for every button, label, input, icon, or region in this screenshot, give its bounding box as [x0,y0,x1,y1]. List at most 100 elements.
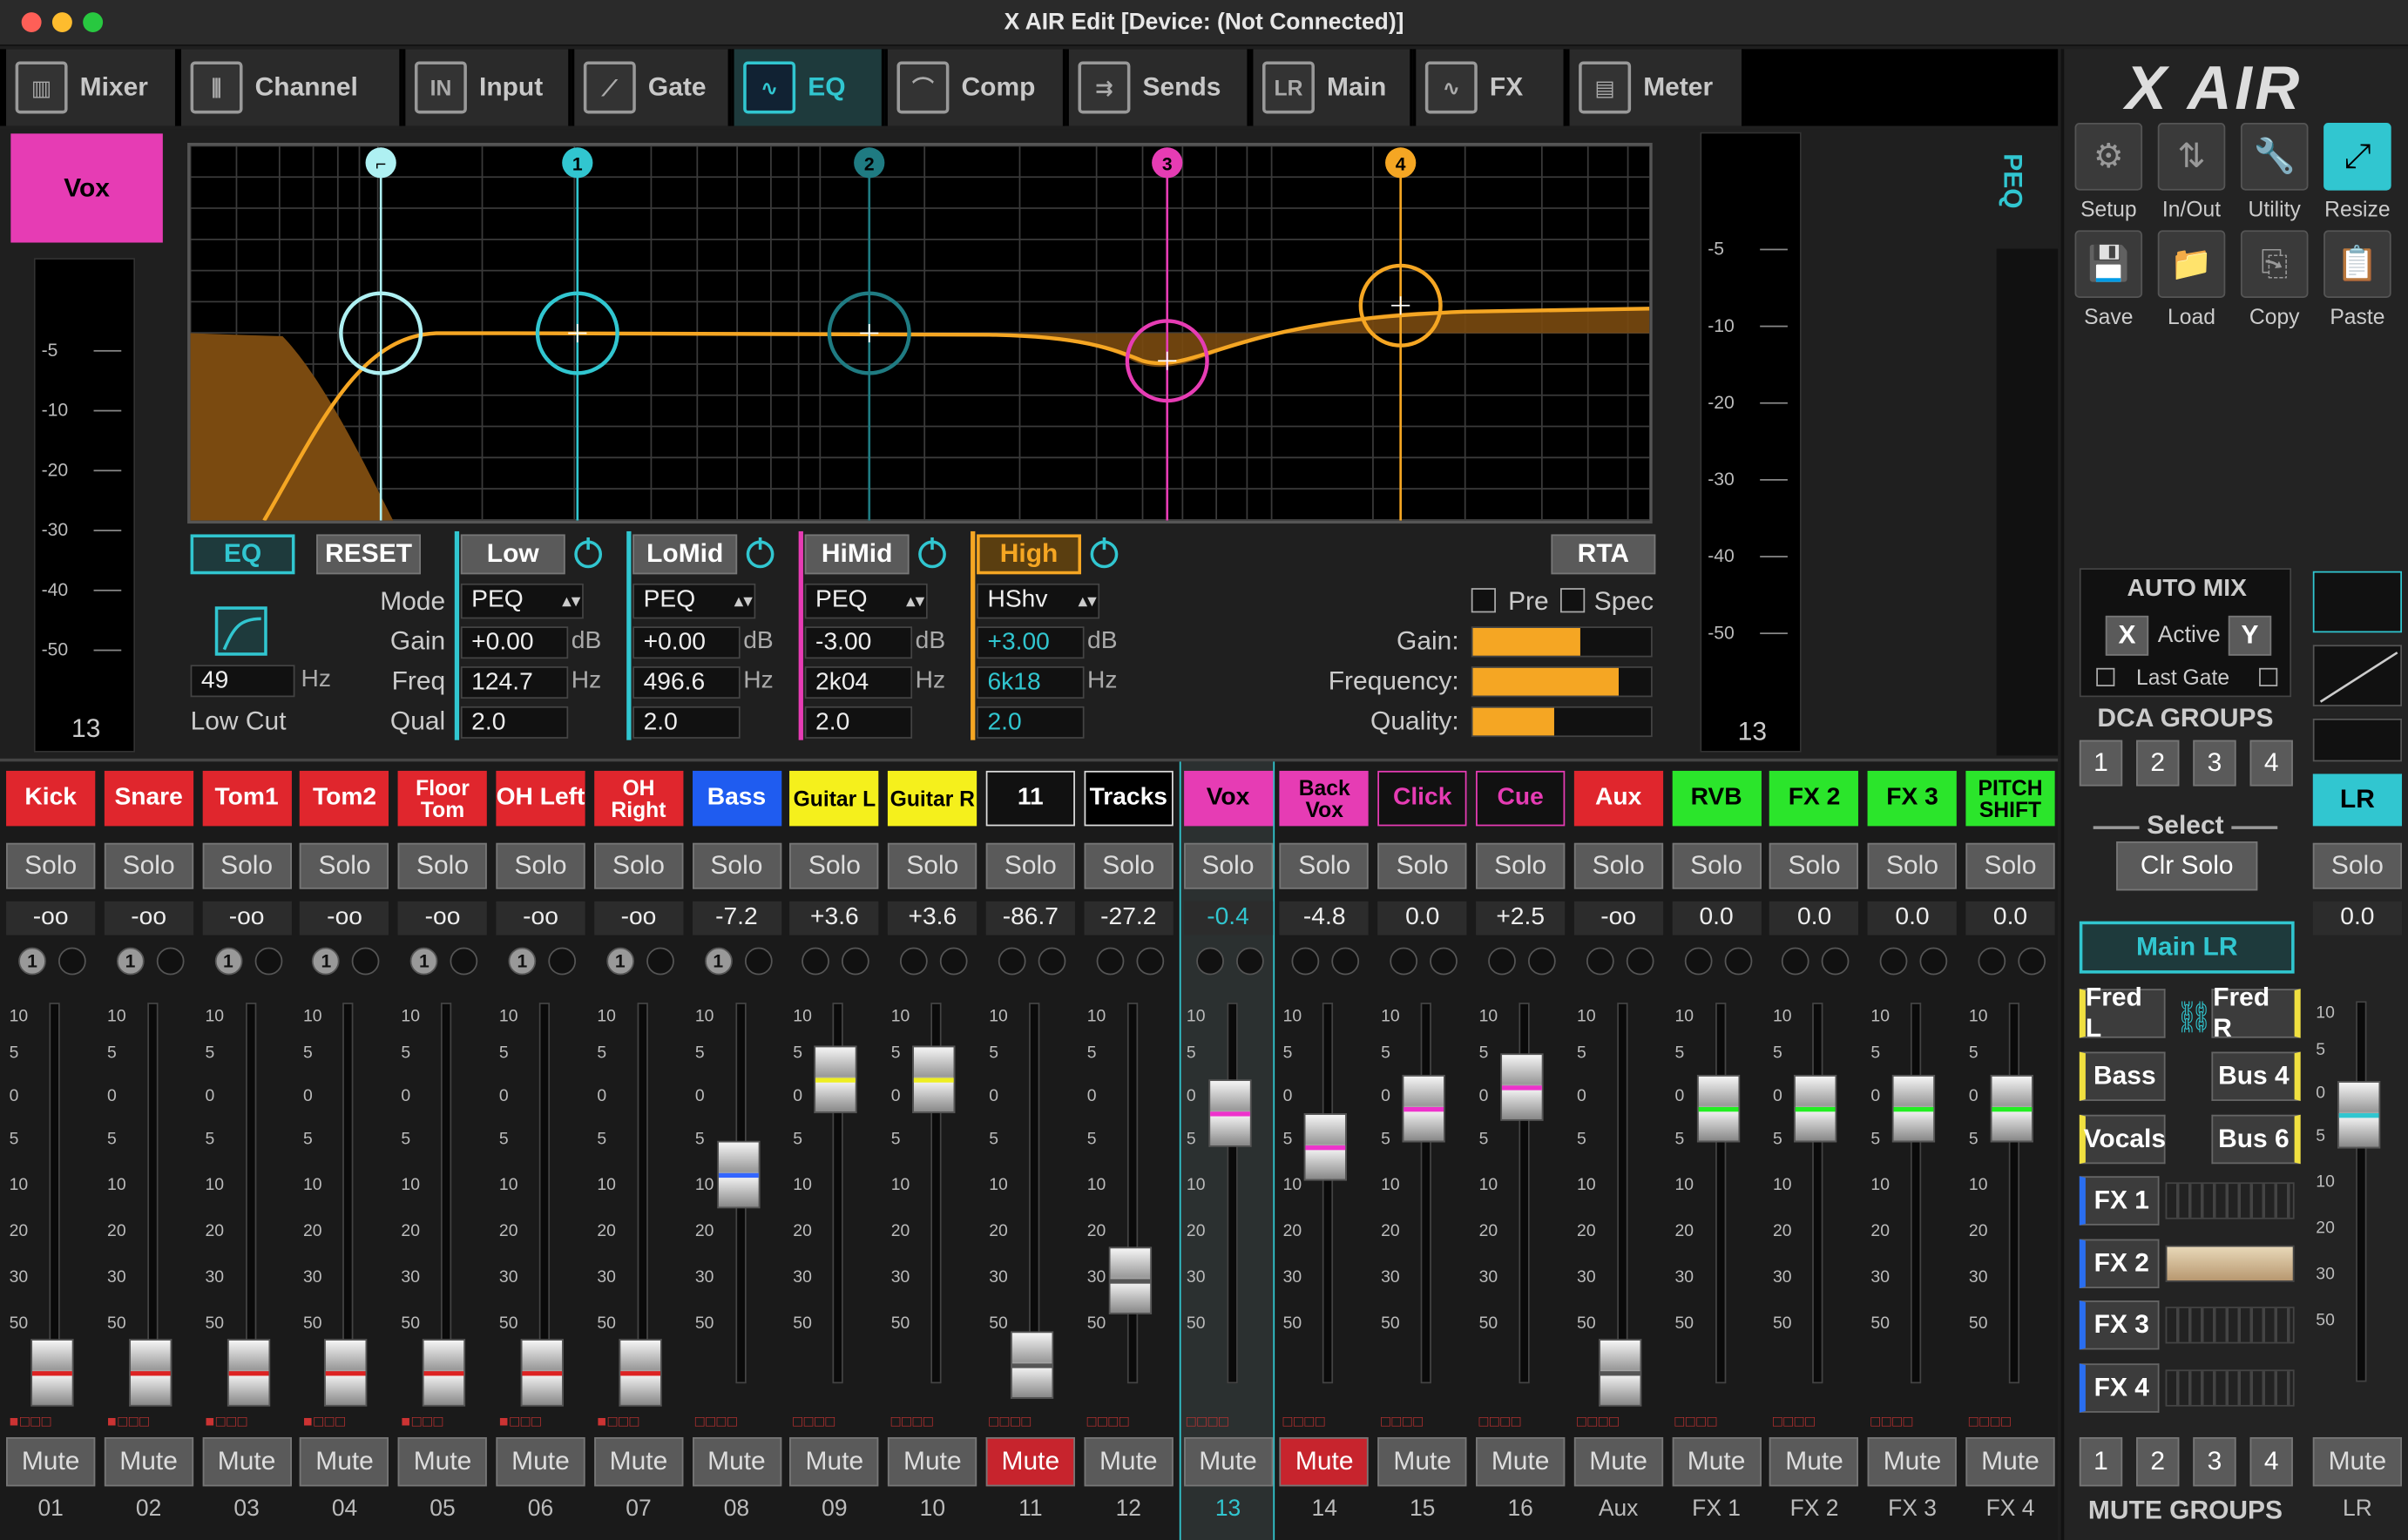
fader-track[interactable] [1126,1003,1138,1384]
channel-strip[interactable]: OH Right Solo -oo 1 10 5 0 5 10 20 30 50 ■□□□ Mute 07 [591,761,686,1540]
sends-knob-1[interactable] [998,947,1026,976]
solo-button[interactable]: Solo [1476,842,1566,889]
load-button[interactable]: 📁 Load [2153,227,2229,328]
himid-band-button[interactable]: HiMid [804,534,910,575]
fader-track[interactable] [538,1003,551,1384]
sends-knob-2[interactable] [940,947,968,976]
fx-2-thumbnail[interactable] [2165,1244,2295,1282]
sends-knob-2[interactable] [1822,947,1850,976]
last-gate-y-checkbox[interactable] [2259,667,2278,686]
sends-knob-1[interactable]: 1 [409,947,438,976]
solo-button[interactable]: Solo [985,842,1075,889]
sends-knob-1[interactable] [1488,947,1516,976]
fader-cap[interactable] [1500,1052,1544,1121]
solo-button[interactable]: Solo [1867,842,1958,889]
fader-track[interactable] [1226,1003,1238,1384]
rta-button[interactable]: RTA [1551,534,1656,575]
high-power-icon[interactable] [1090,537,1119,569]
sends-knob-1[interactable] [1195,947,1224,976]
mute-button[interactable]: Mute [300,1436,389,1487]
fader-cap[interactable] [128,1338,172,1406]
solo-button[interactable]: Solo [6,842,96,889]
channel-strip[interactable]: OH Left Solo -oo 1 10 5 0 5 10 20 30 50 ■□□□ Mute 06 [493,761,588,1540]
channel-strip[interactable]: Cue Solo +2.5 10 5 0 5 10 20 30 50 □□□□ Mute 16 [1473,761,1568,1540]
fader-cap[interactable] [1990,1075,2033,1144]
tab-sends[interactable]: ⇉ Sends [1068,49,1250,126]
fader-track[interactable] [342,1003,355,1384]
strip-name[interactable]: FX 3 [1867,770,1958,827]
solo-button[interactable]: Solo [1671,842,1762,889]
spec-checkbox[interactable] [1560,588,1586,613]
mute-button[interactable]: Mute [1867,1436,1958,1487]
mute-button[interactable]: Mute [888,1436,977,1487]
sends-knob-2[interactable] [1332,947,1360,976]
high-freq-field[interactable]: 6k18 [977,666,1085,699]
save-button[interactable]: 💾 Save [2070,227,2147,328]
mute-button[interactable]: Mute [985,1436,1075,1487]
bus-bus-6-button[interactable]: Bus 6 [2211,1114,2301,1165]
solo-button[interactable]: Solo [593,842,684,889]
strip-name[interactable]: Tracks [1084,770,1174,827]
sends-knob-1[interactable] [802,947,830,976]
sends-knob-1[interactable]: 1 [704,947,733,976]
strip-name[interactable]: OH Left [496,770,585,827]
fader-track[interactable] [637,1003,648,1384]
bus-bus-4-button[interactable]: Bus 4 [2211,1051,2301,1101]
fader-cap[interactable] [520,1338,564,1406]
fader-track[interactable] [1911,1003,1922,1384]
fader-track[interactable] [146,1003,159,1384]
channel-strip[interactable]: Guitar L Solo +3.6 10 5 0 5 10 20 30 50 □□□□ Mute 09 [787,761,882,1540]
sends-knob-2[interactable] [1038,947,1066,976]
mute-button[interactable]: Mute [593,1436,684,1487]
strip-name[interactable]: Back Vox [1280,770,1370,827]
lr-view-toggle-1[interactable] [2312,571,2403,633]
lomid-gain-field[interactable]: +0.00 [632,626,741,659]
dca-group-3-button[interactable]: 3 [2193,740,2236,787]
sends-knob-2[interactable] [548,947,577,976]
fader-cap[interactable] [912,1044,956,1113]
solo-button[interactable]: Solo [496,842,585,889]
solo-button[interactable]: Solo [201,842,292,889]
fader-track[interactable] [49,1003,60,1384]
fader-cap[interactable] [423,1338,466,1406]
bus-fred-l-button[interactable]: Fred L [2079,983,2166,1043]
solo-button[interactable]: Solo [104,842,193,889]
sends-knob-1[interactable]: 1 [18,947,46,976]
solo-button[interactable]: Solo [888,842,977,889]
sends-knob-2[interactable] [254,947,282,976]
channel-strip[interactable]: FX 3 Solo 0.0 10 5 0 5 10 20 30 50 □□□□ Mute FX 3 [1864,761,1959,1540]
sends-knob-2[interactable] [646,947,674,976]
lr-view-toggle-3[interactable] [2312,718,2403,762]
himid-freq-field[interactable]: 2k04 [804,666,913,699]
strip-name[interactable]: 11 [985,770,1075,827]
himid-gain-field[interactable]: -3.00 [804,626,913,659]
solo-button[interactable]: Solo [1769,842,1859,889]
sends-knob-1[interactable]: 1 [312,947,341,976]
fader-track[interactable] [245,1003,256,1384]
himid-q-field[interactable]: 2.0 [804,706,913,739]
sends-knob-1[interactable] [1292,947,1320,976]
sends-knob-2[interactable] [156,947,185,976]
sends-knob-1[interactable]: 1 [508,947,537,976]
mute-group-4-button[interactable]: 4 [2249,1436,2293,1487]
link-icon[interactable]: ⛓ [2175,998,2214,1037]
fader-track[interactable] [1616,1003,1628,1384]
sends-knob-2[interactable] [1527,947,1556,976]
mute-button[interactable]: Mute [1280,1436,1370,1487]
low-gain-field[interactable]: +0.00 [460,626,569,659]
sends-knob-2[interactable] [57,947,86,976]
fader-cap[interactable] [324,1338,368,1406]
strip-name[interactable]: Tom1 [201,770,292,827]
fader-track[interactable] [441,1003,452,1384]
high-band-button[interactable]: High [977,534,1082,575]
fx-3-button[interactable]: FX 3 [2079,1300,2160,1350]
strip-name[interactable]: Floor Tom [397,770,488,827]
tab-gate[interactable]: ⟋ Gate [574,49,732,126]
mute-button[interactable]: Mute [201,1436,292,1487]
fader-track[interactable] [1420,1003,1432,1384]
mute-button[interactable]: Mute [1183,1436,1273,1487]
sends-knob-1[interactable] [1586,947,1614,976]
mute-button[interactable]: Mute [397,1436,488,1487]
fx-1-thumbnail[interactable] [2165,1182,2295,1219]
lomid-q-field[interactable]: 2.0 [632,706,741,739]
